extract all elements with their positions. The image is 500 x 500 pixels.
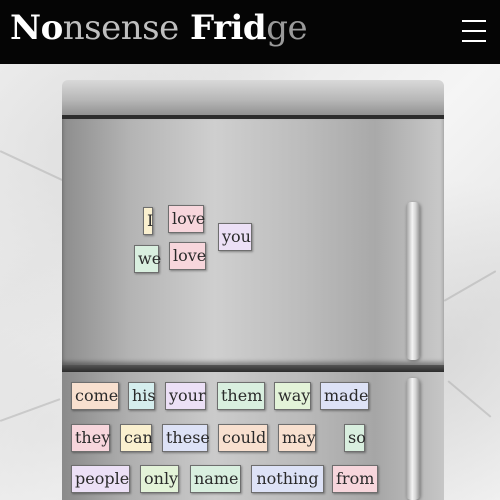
word-bank-magnet[interactable]: made <box>320 382 369 410</box>
word-magnet[interactable]: we <box>134 245 161 273</box>
word-magnet[interactable]: you <box>218 223 252 251</box>
marble-vein <box>0 398 61 422</box>
word-bank-magnet[interactable]: can <box>120 424 153 452</box>
word-bank-magnet[interactable]: way <box>274 382 311 410</box>
word-bank-magnet[interactable]: people <box>71 465 130 493</box>
word-bank-magnet[interactable]: name <box>190 465 241 493</box>
fridge-lower-handle[interactable] <box>406 378 420 500</box>
word-magnet[interactable]: love <box>169 242 206 270</box>
title-segment: nsense <box>62 8 179 48</box>
fridge-upper-door <box>62 119 444 365</box>
word-bank-magnet[interactable]: could <box>218 424 268 452</box>
word-bank-magnet[interactable]: nothing <box>251 465 324 493</box>
title-segment: ge <box>266 8 308 48</box>
word-magnet[interactable]: I <box>143 207 153 235</box>
word-bank-magnet[interactable]: from <box>332 465 378 493</box>
word-bank-magnet[interactable]: them <box>217 382 265 410</box>
fridge-upper-handle[interactable] <box>406 202 420 360</box>
title-segment: Frid <box>178 8 267 48</box>
fridge-top-panel <box>62 80 444 116</box>
app-title[interactable]: Nonsense Fridge <box>10 8 308 48</box>
word-bank-magnet[interactable]: your <box>165 382 206 410</box>
word-bank-magnet[interactable]: so <box>344 424 366 452</box>
word-bank-magnet[interactable]: these <box>162 424 210 452</box>
fridge-door-gap <box>62 365 444 372</box>
marble-vein <box>443 270 497 302</box>
word-magnet[interactable]: love <box>168 205 205 233</box>
word-bank-magnet[interactable]: only <box>140 465 179 493</box>
word-bank-magnet[interactable]: come <box>71 382 119 410</box>
word-bank-magnet[interactable]: his <box>128 382 156 410</box>
app-header: Nonsense Fridge <box>0 0 500 64</box>
marble-vein <box>447 380 492 418</box>
marble-vein <box>0 150 64 182</box>
hamburger-menu-icon[interactable] <box>462 20 486 42</box>
word-bank-magnet[interactable]: may <box>278 424 316 452</box>
title-segment: No <box>10 8 63 48</box>
word-bank-magnet[interactable]: they <box>71 424 110 452</box>
